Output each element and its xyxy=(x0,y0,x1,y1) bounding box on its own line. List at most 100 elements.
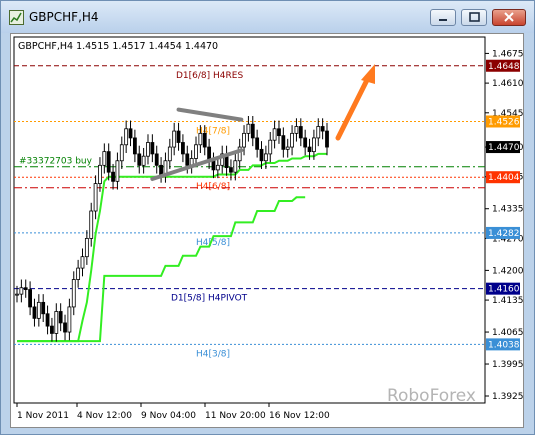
price-tag: 1.4038 xyxy=(486,338,520,351)
y-tick-label: 1.4135 xyxy=(492,296,523,306)
candle-body xyxy=(259,148,264,162)
candle-body xyxy=(111,171,115,182)
candle-body xyxy=(41,301,46,315)
candle-body xyxy=(45,313,50,327)
candle-body xyxy=(58,311,63,324)
candle-body xyxy=(132,137,137,155)
candle-body xyxy=(137,153,142,166)
close-button[interactable] xyxy=(492,9,526,26)
price-tag-label: 1.4038 xyxy=(488,340,520,350)
candle-body xyxy=(23,287,28,290)
minimize-button[interactable] xyxy=(430,9,456,26)
level-label: D1[6/8] H4RES xyxy=(176,71,243,81)
candle-body xyxy=(119,144,124,162)
candle-body xyxy=(294,126,299,134)
candle-body xyxy=(146,142,150,157)
x-tick-label: 11 Nov 20:00 xyxy=(205,411,266,421)
price-tag-label: 1.4648 xyxy=(488,62,520,72)
candle-body xyxy=(102,151,107,166)
price-tag-label: 1.4404 xyxy=(488,173,520,183)
candle-body xyxy=(71,279,76,308)
price-chart[interactable]: GBPCHF,H4 1.4515 1.4517 1.4454 1.4470 D1… xyxy=(11,34,524,427)
candle-body xyxy=(325,130,329,148)
candle-body xyxy=(281,135,286,150)
candle-body xyxy=(312,137,316,153)
candle-body xyxy=(229,167,233,173)
price-tag-label: 1.4526 xyxy=(488,117,520,127)
candle-body xyxy=(63,322,67,333)
chart-window: GBPCHF,H4 GBPCHF,H4 1.4515 1.4517 1.4454… xyxy=(0,0,535,435)
price-tag: 1.4404 xyxy=(486,171,520,184)
level-label: H4[6/8] xyxy=(196,182,230,192)
level-label: #33372703 buy xyxy=(19,157,93,167)
candle-body xyxy=(185,153,190,166)
close-icon xyxy=(504,12,514,22)
candle-body xyxy=(36,301,41,319)
y-tick-label: 1.4065 xyxy=(492,328,523,338)
x-tick-label: 1 Nov 2011 xyxy=(17,411,69,421)
candle-body xyxy=(115,160,120,182)
price-tag: 1.4470 xyxy=(486,141,520,154)
candle-body xyxy=(141,155,146,166)
candle-body xyxy=(50,325,54,334)
candle-body xyxy=(80,256,85,269)
candle-body xyxy=(277,128,281,137)
candle-body xyxy=(84,238,89,258)
candle-body xyxy=(67,306,72,333)
level-label: D1[5/8] H4PIVOT xyxy=(171,294,248,304)
watermark-text: RoboForex xyxy=(387,386,476,406)
candle-body xyxy=(76,267,81,280)
candle-body xyxy=(255,137,260,150)
candle-body xyxy=(194,144,198,159)
candle-body xyxy=(167,146,172,162)
ohlc-header: GBPCHF,H4 1.4515 1.4517 1.4454 1.4470 xyxy=(18,41,218,52)
y-tick-label: 1.4335 xyxy=(492,205,523,215)
candle-body xyxy=(15,293,19,296)
y-tick-label: 1.3995 xyxy=(492,360,523,370)
candle-body xyxy=(233,160,238,173)
candle-body xyxy=(298,126,303,139)
candle-body xyxy=(19,287,24,295)
candle-body xyxy=(285,146,290,150)
price-tag-label: 1.4470 xyxy=(488,143,520,153)
candle-body xyxy=(307,146,312,153)
candle-body xyxy=(93,183,98,212)
maximize-button[interactable] xyxy=(461,9,487,26)
maximize-icon xyxy=(469,12,480,22)
candle-body xyxy=(150,142,155,155)
y-tick-label: 1.4200 xyxy=(492,266,523,276)
price-tag: 1.4160 xyxy=(486,282,520,295)
candle-body xyxy=(28,289,32,308)
candle-body xyxy=(290,132,294,148)
candle-body xyxy=(172,130,177,148)
candle-body xyxy=(250,123,255,139)
chart-area[interactable]: GBPCHF,H4 1.4515 1.4517 1.4454 1.4470 D1… xyxy=(10,33,524,428)
candle-body xyxy=(98,164,102,184)
price-tag-label: 1.4282 xyxy=(488,229,520,239)
y-tick-label: 1.3925 xyxy=(492,392,523,402)
candle-body xyxy=(54,311,59,334)
candle-body xyxy=(89,210,94,239)
price-tag: 1.4282 xyxy=(486,226,520,239)
candle-body xyxy=(176,130,181,143)
title-bar[interactable]: GBPCHF,H4 xyxy=(1,1,534,33)
level-label: H4[3/8] xyxy=(196,349,230,359)
candle-body xyxy=(181,142,185,155)
candle-body xyxy=(106,151,111,173)
candle-body xyxy=(272,128,277,141)
candle-body xyxy=(159,164,163,175)
candle-body xyxy=(215,164,220,171)
y-tick-label: 1.4610 xyxy=(492,79,523,89)
candle-body xyxy=(124,128,129,146)
candle-body xyxy=(268,139,273,155)
minimize-icon xyxy=(439,19,447,21)
candle-body xyxy=(198,132,203,146)
plot-border xyxy=(13,36,486,404)
candle-body xyxy=(242,132,246,148)
candle-body xyxy=(202,132,207,148)
candle-body xyxy=(303,137,308,148)
price-tag: 1.4526 xyxy=(486,115,520,128)
candle-body xyxy=(211,160,216,171)
candle-body xyxy=(263,153,268,162)
price-tag-label: 1.4160 xyxy=(488,285,520,295)
